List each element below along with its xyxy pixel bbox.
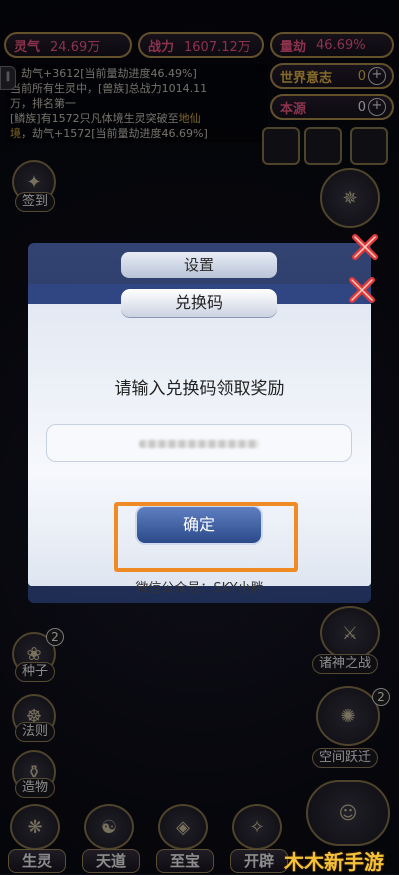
redeem-close-icon[interactable]	[347, 275, 377, 305]
highlight-annotation-box	[114, 502, 298, 572]
settings-close-icon[interactable]	[350, 232, 380, 262]
redeem-code-blurred-value	[139, 439, 259, 448]
watermark-logo: 木木新手游	[284, 850, 384, 874]
wechat-account-text: 微信公众号：SKY小胖	[135, 581, 264, 596]
settings-dialog-title: 设置	[121, 252, 277, 278]
redeem-dialog-title: 兑换码	[121, 289, 277, 317]
redeem-code-input[interactable]	[46, 424, 352, 462]
redeem-prompt: 请输入兑换码领取奖励	[114, 379, 285, 399]
